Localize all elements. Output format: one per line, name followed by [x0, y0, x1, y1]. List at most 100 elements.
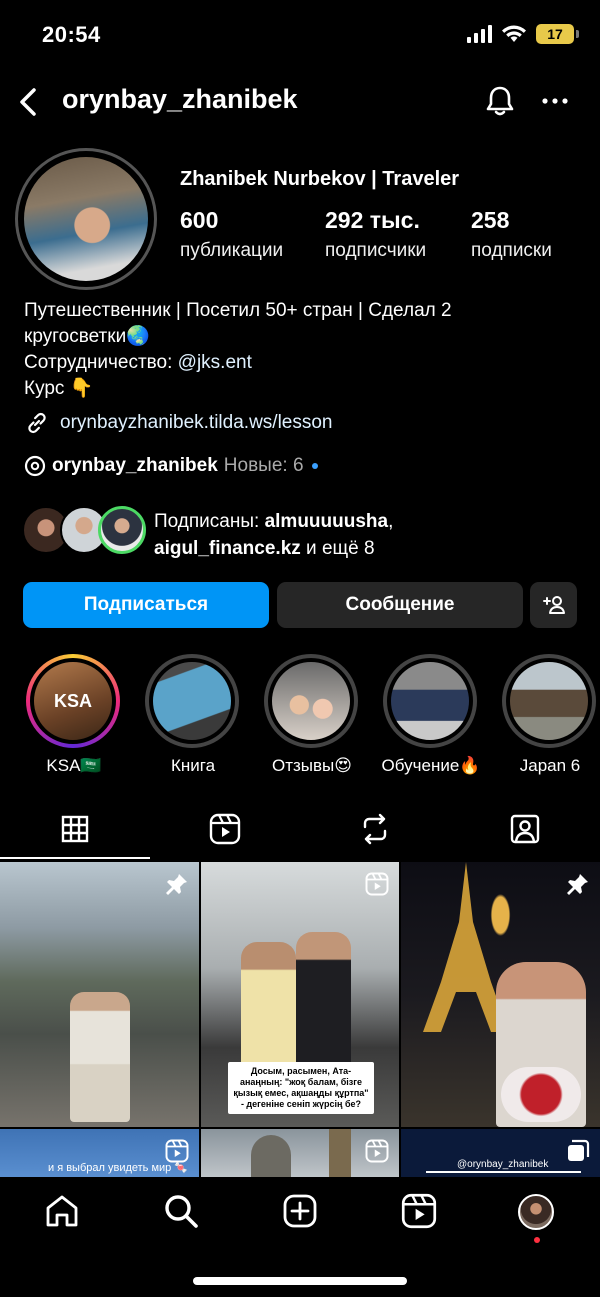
highlight-japan[interactable]: Japan 6: [502, 654, 598, 776]
threads-handle: orynbay_zhanibek: [52, 455, 218, 476]
post-flowers: [501, 1067, 581, 1122]
website-url[interactable]: orynbayzhanibek.tilda.ws/lesson: [60, 412, 333, 434]
profile-full-name: Zhanibek Nurbekov | Traveler: [180, 168, 460, 190]
grid-icon: [61, 815, 89, 843]
stat-posts-value: 600: [180, 207, 219, 233]
nav-profile-avatar[interactable]: [518, 1194, 554, 1230]
header-username: orynbay_zhanibek: [62, 84, 298, 114]
highlight-cover: KSA: [30, 658, 116, 744]
followed-by-user-1[interactable]: almuuuuusha: [265, 511, 389, 532]
bottom-navigation: [0, 1177, 600, 1297]
followed-by-text: Подписаны: almuuuuusha, aigul_finance.kz…: [154, 508, 393, 562]
highlight-education[interactable]: Обучение🔥: [382, 654, 480, 776]
active-tab-indicator: [0, 857, 150, 859]
post-tile-5[interactable]: [201, 1129, 399, 1177]
highlight-ring: [502, 654, 596, 748]
nav-reels[interactable]: [399, 1191, 439, 1231]
profile-avatar: [24, 157, 148, 281]
highlight-cover: [506, 658, 592, 744]
pinned-icon: [166, 874, 187, 895]
link-icon: [28, 412, 46, 434]
threads-new-dot: [311, 463, 318, 469]
tagged-icon: [510, 814, 540, 844]
nav-home[interactable]: [42, 1191, 82, 1231]
threads-new-count: Новые: 6: [223, 455, 304, 476]
tab-reels[interactable]: [150, 800, 300, 858]
post-caption: @orynbay_zhanibek: [457, 1159, 549, 1170]
post-divider: [426, 1171, 581, 1173]
stat-followers-value: 292 тыс.: [325, 207, 420, 233]
add-post-icon: [283, 1194, 317, 1228]
profile-header: orynbay_zhanibek: [0, 78, 600, 126]
profile-website-link[interactable]: orynbayzhanibek.tilda.ws/lesson: [24, 410, 333, 436]
highlight-ring: [264, 654, 358, 748]
suggest-users-button[interactable]: [530, 582, 577, 628]
nav-profile-notification-dot: [534, 1237, 540, 1243]
notification-bell-icon[interactable]: [483, 83, 517, 119]
threads-badge[interactable]: orynbay_zhanibek Новые: 6: [24, 455, 318, 477]
followed-by[interactable]: Подписаны: almuuuuusha, aigul_finance.kz…: [22, 506, 582, 559]
highlight-ksa[interactable]: KSA KSA🇸🇦: [26, 654, 122, 776]
post-tile-2[interactable]: Досым, расымен, Ата-анаңның: "жоқ балам,…: [201, 862, 399, 1127]
battery-indicator: 17: [536, 24, 579, 44]
tab-tagged[interactable]: [450, 800, 600, 858]
reel-icon: [365, 1139, 389, 1163]
reels-icon: [209, 813, 241, 845]
stat-following-value: 258: [471, 207, 510, 233]
bio-line-2: кругосветки🌏: [24, 326, 150, 347]
profile-avatar-ring[interactable]: [15, 148, 157, 290]
message-button[interactable]: Сообщение: [277, 582, 523, 628]
followed-by-user-2[interactable]: aigul_finance.kz: [154, 538, 301, 559]
highlight-cover: [387, 658, 473, 744]
post-tile-3[interactable]: [401, 862, 600, 1127]
post-tile-4[interactable]: и я выбрал увидеть мир 🍬: [0, 1129, 199, 1177]
followed-by-prefix: Подписаны:: [154, 511, 265, 532]
stat-followers[interactable]: 292 тыс. подписчики: [325, 207, 426, 262]
profile-bio: Путешественник | Посетил 50+ стран | Сде…: [24, 298, 584, 402]
tab-grid[interactable]: [0, 800, 150, 858]
bio-line-1: Путешественник | Посетил 50+ стран | Сде…: [24, 300, 452, 321]
signal-icon: [467, 25, 492, 43]
follow-button[interactable]: Подписаться: [23, 582, 269, 628]
highlight-cover: [268, 658, 354, 744]
repost-icon: [363, 813, 387, 845]
post-building: [329, 1129, 351, 1177]
highlight-ring: KSA: [26, 654, 120, 748]
highlight-title: Japan 6: [519, 756, 581, 775]
stat-posts-label: публикации: [180, 240, 284, 261]
add-person-icon: [542, 596, 565, 614]
status-bar: 20:54 17: [0, 0, 600, 70]
stat-posts[interactable]: 600 публикации: [180, 207, 283, 262]
stat-following-label: подписки: [471, 240, 552, 261]
bio-line-4: Курс 👇: [24, 378, 94, 399]
highlight-ring: [145, 654, 239, 748]
profile-tabs: [0, 800, 600, 860]
highlight-book[interactable]: Книга: [145, 654, 241, 776]
bio-mention-link[interactable]: @jks.ent: [178, 352, 252, 373]
nav-create[interactable]: [280, 1191, 320, 1231]
status-right: 17: [467, 24, 579, 44]
stat-following[interactable]: 258 подписки: [471, 207, 552, 262]
post-tile-6[interactable]: @orynbay_zhanibek: [401, 1129, 600, 1177]
back-arrow-icon[interactable]: [14, 84, 46, 120]
tab-reposts[interactable]: [300, 800, 450, 858]
bio-line-3: Сотрудничество: @jks.ent: [24, 350, 584, 376]
reel-icon: [365, 872, 389, 896]
reels-icon: [401, 1193, 437, 1229]
followed-by-suffix: и ещё 8: [300, 538, 375, 559]
bio-collab-label: Сотрудничество:: [24, 352, 178, 373]
stat-followers-label: подписчики: [325, 240, 427, 261]
nav-search[interactable]: [161, 1191, 201, 1231]
highlight-ring: [383, 654, 477, 748]
post-tile-1[interactable]: [0, 862, 199, 1127]
highlight-reviews[interactable]: Отзывы😍: [264, 654, 360, 776]
status-time: 20:54: [42, 22, 101, 47]
more-options-icon[interactable]: [538, 83, 572, 119]
followed-by-comma: ,: [388, 511, 394, 532]
post-figure: [70, 992, 130, 1122]
post-caption: Досым, расымен, Ата-анаңның: "жоқ балам,…: [228, 1062, 374, 1114]
search-icon: [165, 1195, 198, 1228]
wifi-icon: [502, 25, 526, 42]
highlight-cover-text: KSA: [53, 690, 92, 711]
highlight-cover: [149, 658, 235, 744]
